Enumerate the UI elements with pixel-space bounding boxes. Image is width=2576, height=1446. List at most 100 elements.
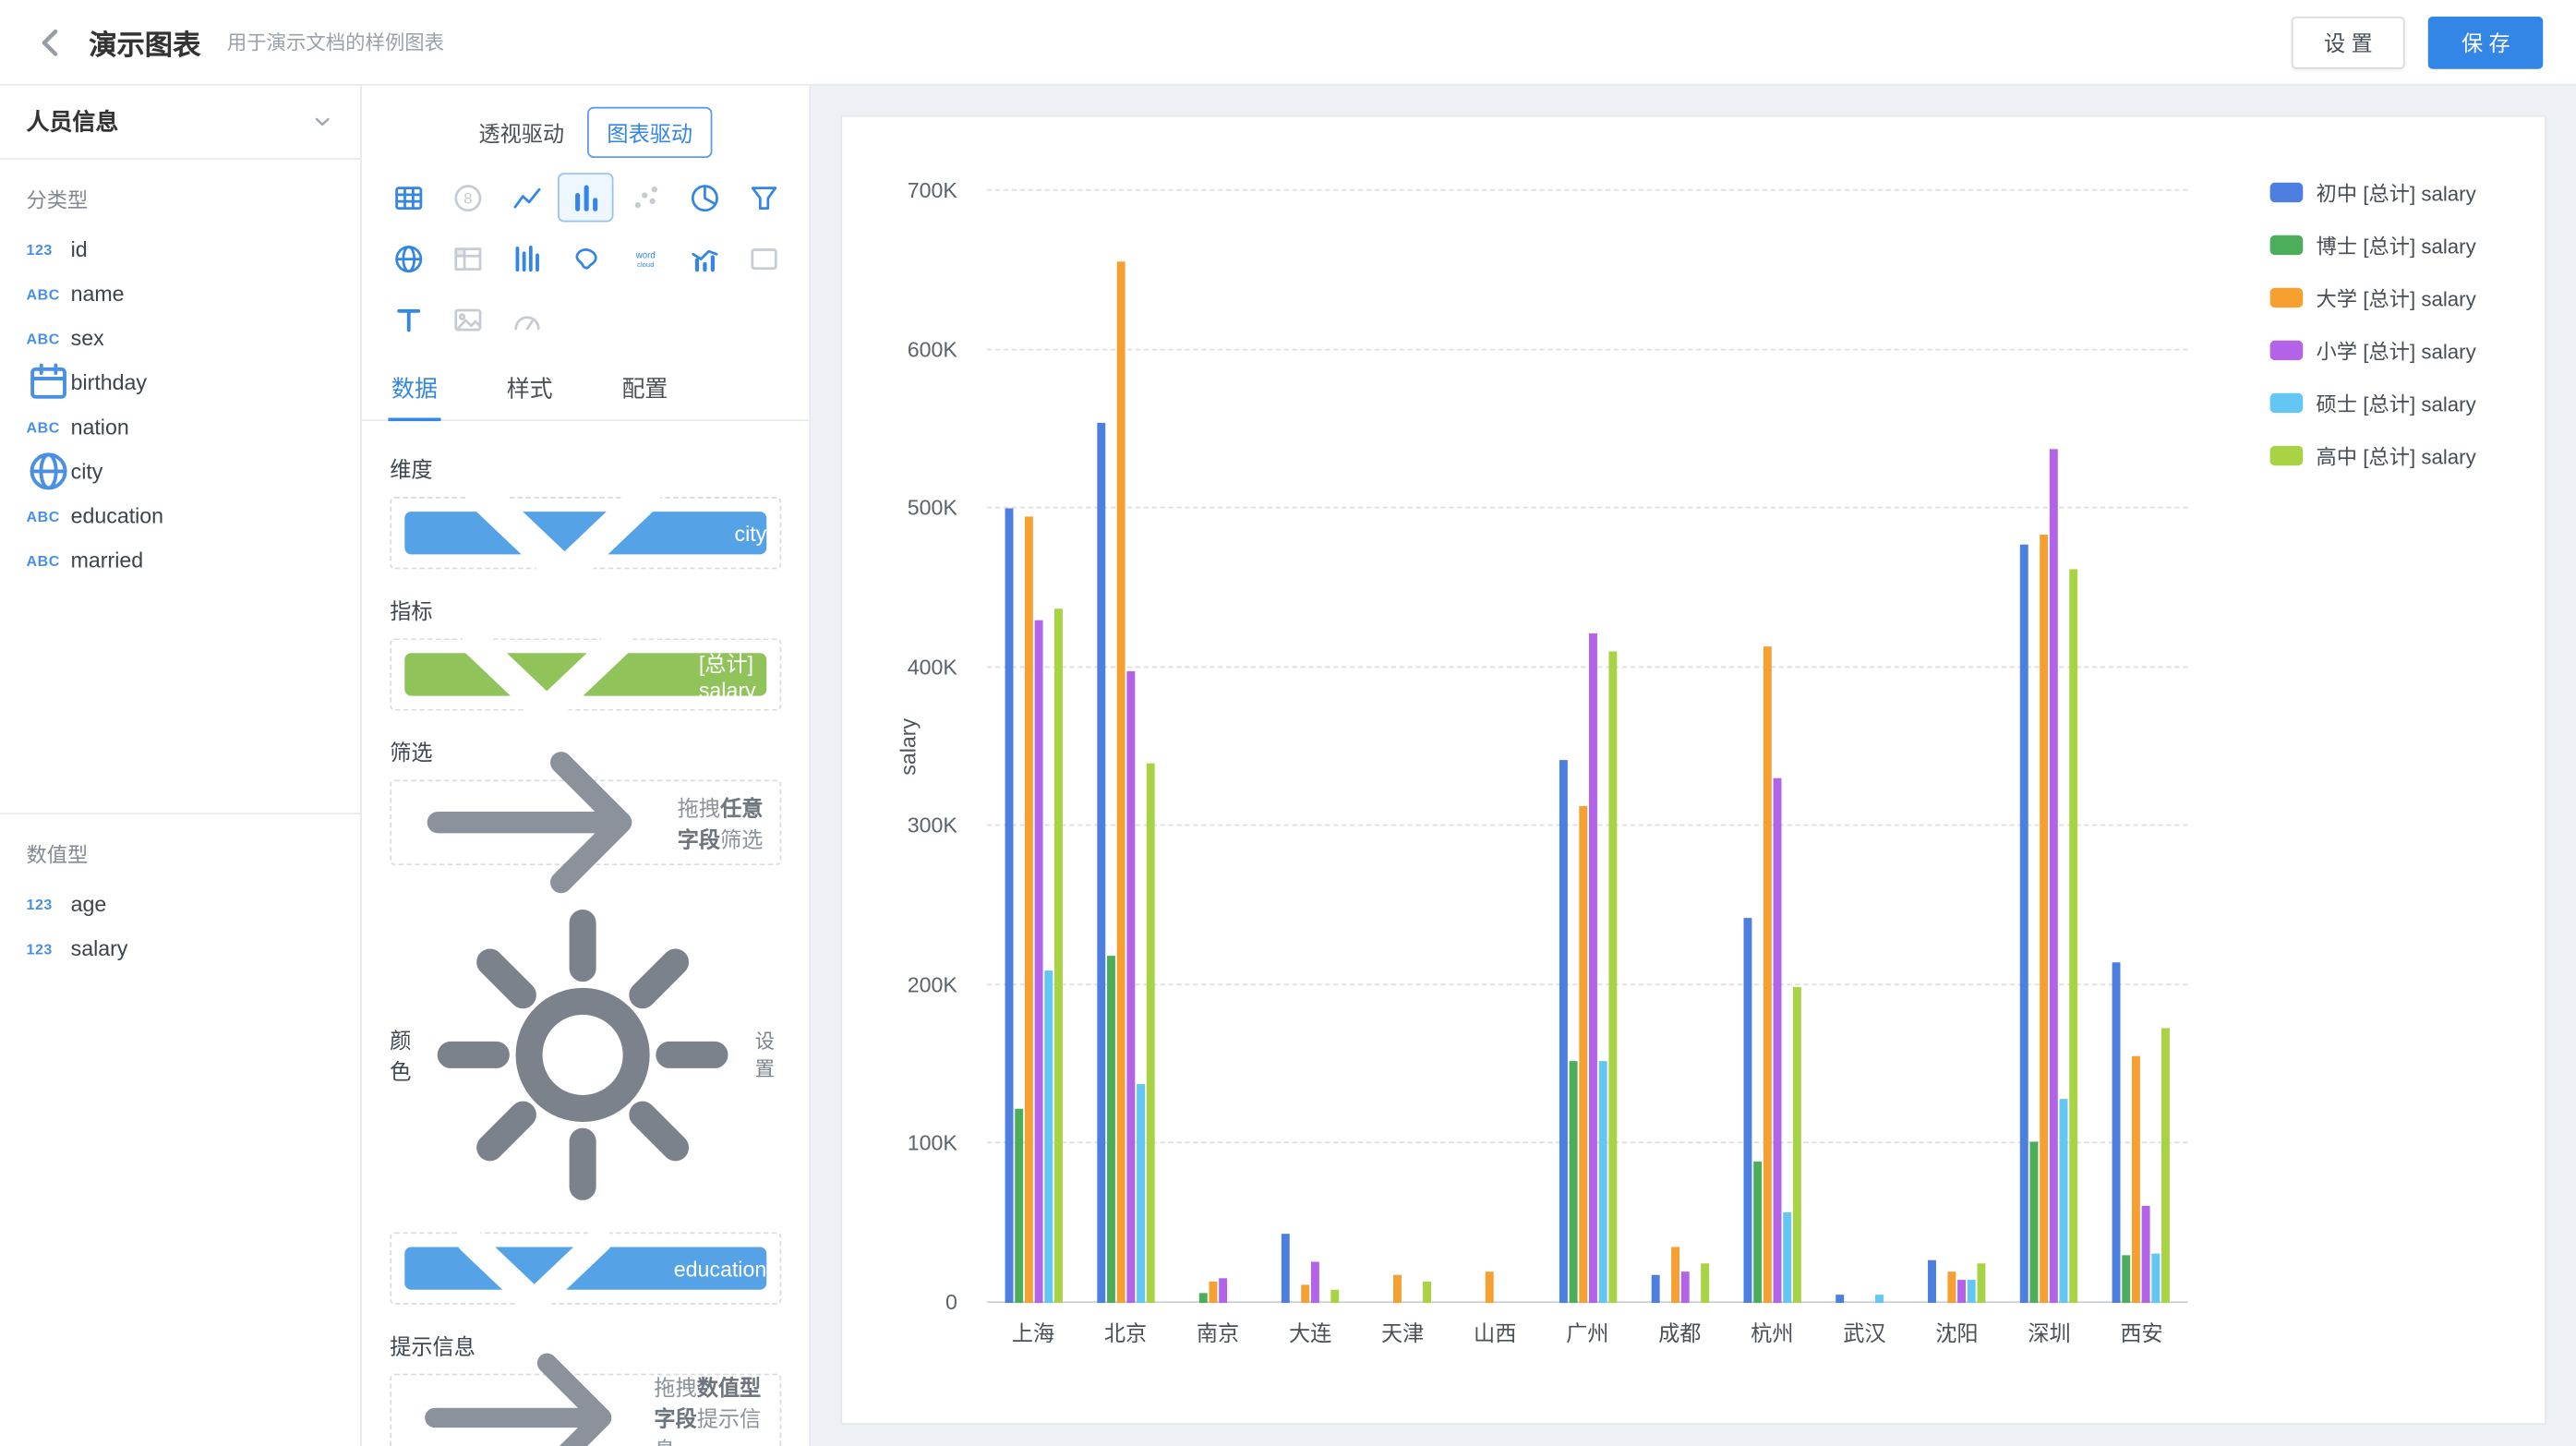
bar xyxy=(1948,1271,1956,1303)
save-button[interactable]: 保 存 xyxy=(2428,16,2543,68)
top-bar: 演示图表 用于演示文档的样例图表 设 置 保 存 xyxy=(0,0,2576,86)
bar xyxy=(1793,987,1801,1303)
globe-icon xyxy=(27,449,71,493)
chart-type-gauge[interactable] xyxy=(499,295,555,343)
legend-item-4[interactable]: 硕士 [总计] salary xyxy=(2270,387,2476,418)
legend-item-2[interactable]: 大学 [总计] salary xyxy=(2270,282,2476,313)
bar-groups xyxy=(987,191,2188,1303)
chart-type-parallel-bars[interactable] xyxy=(499,234,555,283)
bar-group-inner xyxy=(1282,191,1339,1303)
bar xyxy=(1107,955,1115,1303)
settings-button[interactable]: 设 置 xyxy=(2291,16,2405,68)
legend-item-0[interactable]: 初中 [总计] salary xyxy=(2270,176,2476,208)
field-name: city xyxy=(71,459,103,484)
text-type-icon: ABC xyxy=(27,418,71,435)
legend-label: 初中 [总计] salary xyxy=(2316,176,2475,208)
field-name: education xyxy=(71,503,163,528)
back-button[interactable] xyxy=(33,24,69,60)
tab-config[interactable]: 配置 xyxy=(619,357,671,421)
field-item-sex[interactable]: ABCsex xyxy=(0,316,360,360)
bar xyxy=(1005,509,1013,1303)
data-config: 维度 city 指标 [总计] salary 筛选 xyxy=(362,421,810,1446)
chart-legend: 初中 [总计] salary 博士 [总计] salary 大学 [总计] sala… xyxy=(2270,176,2476,471)
bar xyxy=(2162,1028,2171,1303)
field-item-city[interactable]: city xyxy=(0,449,360,493)
bar xyxy=(2123,1255,2131,1303)
tab-style[interactable]: 样式 xyxy=(503,357,556,421)
x-axis-label: 西安 xyxy=(2096,1316,2188,1347)
bar-group xyxy=(1541,191,1633,1303)
bar xyxy=(1423,1283,1431,1303)
bar xyxy=(1044,970,1053,1303)
bar xyxy=(2030,1142,2039,1303)
word-cloud-icon: wordcloud xyxy=(629,243,660,274)
field-name: married xyxy=(71,548,144,572)
field-item-nation[interactable]: ABCnation xyxy=(0,404,360,449)
categorical-field-list: 123idABCnameABCsexbirthdayABCnationcityA… xyxy=(0,227,360,583)
chart-type-image[interactable] xyxy=(439,295,496,343)
filter-dropzone[interactable]: 拖拽任意字段筛选 xyxy=(390,779,781,865)
chart-type-pivot-table[interactable] xyxy=(439,234,496,283)
app-window: 演示图表 用于演示文档的样例图表 设 置 保 存 人员信息 分类型 123idA… xyxy=(0,0,2576,1446)
mode-tabs: 透视驱动图表驱动 xyxy=(362,86,810,168)
config-panel: 透视驱动图表驱动 8 wordcloud 数据样式配置 维度 city 指标 [总… xyxy=(362,86,811,1446)
chart-type-combo-chart[interactable] xyxy=(676,234,732,283)
tooltip-dropzone[interactable]: 拖拽数值型字段提示信息 xyxy=(390,1374,781,1446)
legend-label: 高中 [总计] salary xyxy=(2316,440,2475,471)
chevron-down-icon xyxy=(311,110,334,133)
mode-tab-chart-driven[interactable]: 图表驱动 xyxy=(587,107,712,158)
mode-tab-pivot-driven[interactable]: 透视驱动 xyxy=(459,107,584,158)
field-item-birthday[interactable]: birthday xyxy=(0,360,360,404)
bar-group-inner xyxy=(1743,191,1800,1303)
chart-type-pie-chart[interactable] xyxy=(676,173,732,222)
field-item-age[interactable]: 123age xyxy=(0,882,360,926)
chart-type-china-map[interactable] xyxy=(558,234,614,283)
field-item-name[interactable]: ABCname xyxy=(0,271,360,316)
chart-canvas-area: salary 0100K200K300K400K500K600K700K 上海北… xyxy=(811,86,2576,1446)
field-name: salary xyxy=(71,936,128,961)
page-subtitle: 用于演示文档的样例图表 xyxy=(227,28,444,55)
y-axis-ticks: 0100K200K300K400K500K600K700K xyxy=(842,191,970,1303)
bar-group-inner xyxy=(1836,191,1893,1303)
legend-item-3[interactable]: 小学 [总计] salary xyxy=(2270,334,2476,366)
field-item-married[interactable]: ABCmarried xyxy=(0,538,360,583)
y-tick-label: 500K xyxy=(908,496,957,523)
content-area: 人员信息 分类型 123idABCnameABCsexbirthdayABCna… xyxy=(0,86,2576,1446)
bar-chart-icon xyxy=(570,182,601,213)
bar xyxy=(1014,1109,1022,1303)
bar xyxy=(1311,1261,1319,1303)
chart-type-line-chart[interactable] xyxy=(499,173,555,222)
legend-item-5[interactable]: 高中 [总计] salary xyxy=(2270,440,2476,471)
bar xyxy=(1209,1283,1217,1303)
chart-type-text[interactable] xyxy=(380,295,437,343)
legend-item-1[interactable]: 博士 [总计] salary xyxy=(2270,229,2476,260)
chart-type-scatter[interactable] xyxy=(617,173,673,222)
number-type-icon: 123 xyxy=(27,896,71,912)
chart-type-bar-chart[interactable] xyxy=(558,173,614,222)
bar xyxy=(1671,1247,1679,1303)
chart-type-funnel[interactable] xyxy=(735,173,791,222)
bar xyxy=(1034,620,1042,1303)
bar xyxy=(1753,1162,1762,1303)
dataset-selector[interactable]: 人员信息 xyxy=(0,86,360,160)
field-item-salary[interactable]: 123salary xyxy=(0,926,360,970)
field-item-education[interactable]: ABCeducation xyxy=(0,493,360,537)
filter-placeholder: 拖拽任意字段筛选 xyxy=(678,791,770,854)
chart-type-radar[interactable] xyxy=(380,234,437,283)
china-map-icon xyxy=(570,243,601,274)
color-pill[interactable]: education xyxy=(404,1247,766,1290)
chart-type-word-cloud[interactable]: wordcloud xyxy=(617,234,673,283)
bar-group xyxy=(1172,191,1264,1303)
color-settings-label: 设置 xyxy=(755,1027,782,1083)
bar xyxy=(1219,1278,1227,1304)
bar-group-inner xyxy=(1005,191,1062,1303)
field-name: nation xyxy=(71,415,129,440)
chart-type-dice[interactable]: 8 xyxy=(439,173,496,222)
chart-type-frame[interactable] xyxy=(735,234,791,283)
field-item-id[interactable]: 123id xyxy=(0,227,360,271)
tab-data[interactable]: 数据 xyxy=(388,357,440,421)
calendar-icon xyxy=(27,360,71,404)
color-dropzone[interactable]: education xyxy=(390,1233,781,1305)
chart-type-table[interactable] xyxy=(380,173,437,222)
bar xyxy=(1651,1274,1659,1303)
